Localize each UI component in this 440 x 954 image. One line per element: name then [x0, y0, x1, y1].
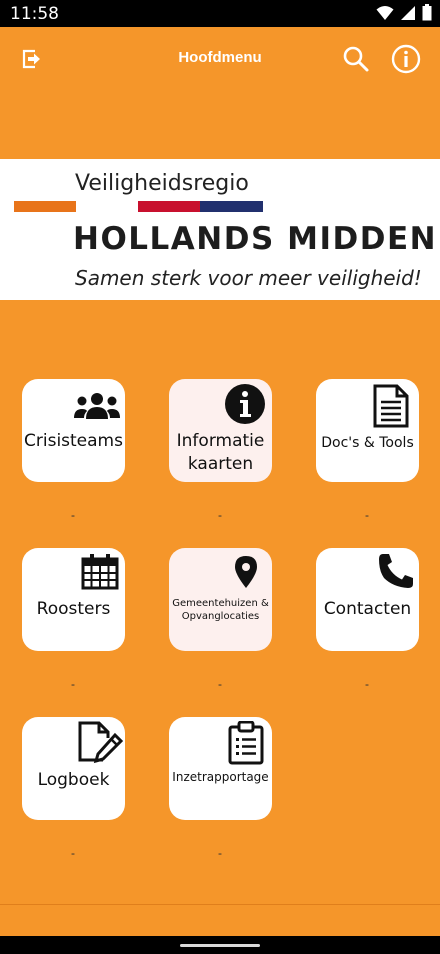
tile-inzetrapportage[interactable]: Inzetrapportage	[169, 717, 272, 820]
tile-logboek[interactable]: Logboek	[22, 717, 125, 820]
tile-gemeentehuizen-opvanglocaties[interactable]: Gemeentehuizen & Opvanglocaties	[169, 548, 272, 651]
tile-caption: -	[365, 677, 369, 691]
banner-stripe-white	[76, 201, 138, 212]
battery-icon	[422, 4, 432, 21]
tile-caption: -	[365, 508, 369, 522]
organization-banner: Veiligheidsregio HOLLANDS MIDDEN Samen s…	[0, 159, 440, 300]
banner-stripe-orange	[14, 201, 76, 212]
clipboard-icon	[228, 721, 264, 765]
banner-stripe-blue	[200, 201, 263, 212]
tile-contacten[interactable]: Contacten	[316, 548, 419, 651]
app-bar: Hoofdmenu	[0, 27, 440, 91]
tile-docs-tools[interactable]: Doc's & Tools	[316, 379, 419, 482]
system-navigation-bar	[0, 936, 440, 954]
banner-subtitle: Veiligheidsregio	[75, 171, 249, 196]
tile-label: Inzetrapportage	[172, 770, 269, 784]
tile-caption: -	[71, 846, 75, 860]
signal-icon	[401, 5, 415, 20]
map-pin-icon	[235, 556, 257, 588]
tile-label: Doc's & Tools	[321, 435, 414, 451]
tile-roosters[interactable]: Roosters	[22, 548, 125, 651]
status-time: 11:58	[10, 4, 59, 24]
page-title: Hoofdmenu	[178, 49, 262, 66]
tile-label-line1: Informatie	[176, 431, 265, 451]
tile-caption: -	[218, 508, 222, 522]
tile-label: Crisisteams	[24, 431, 123, 451]
tile-label: Roosters	[36, 599, 111, 619]
info-button[interactable]	[390, 43, 422, 75]
tile-informatie-kaarten[interactable]: Informatie kaarten	[169, 379, 272, 482]
tile-label-line1: Gemeentehuizen &	[172, 598, 269, 609]
wifi-icon	[376, 5, 394, 20]
phone-icon	[379, 554, 413, 588]
banner-slogan: Samen sterk voor meer veiligheid!	[75, 266, 422, 290]
info-icon	[391, 44, 421, 74]
edit-document-icon	[78, 721, 123, 764]
tile-caption: -	[71, 508, 75, 522]
tile-caption: -	[71, 677, 75, 691]
document-icon	[373, 384, 409, 428]
search-icon	[343, 46, 369, 72]
tile-label: Contacten	[323, 599, 412, 619]
tile-crisisteams[interactable]: Crisisteams	[22, 379, 125, 482]
status-icons	[376, 4, 432, 21]
tile-caption: -	[218, 677, 222, 691]
bottom-divider	[0, 904, 440, 905]
banner-stripe-red	[138, 201, 200, 212]
calendar-icon	[81, 554, 119, 590]
tile-label-line2: Opvanglocaties	[181, 611, 260, 622]
tile-label-line2: kaarten	[187, 454, 254, 474]
tile-caption: -	[218, 846, 222, 860]
users-icon	[74, 393, 120, 419]
home-gesture-handle[interactable]	[180, 944, 260, 947]
banner-title: HOLLANDS MIDDEN	[73, 221, 438, 257]
status-bar: 11:58	[0, 0, 440, 27]
search-button[interactable]	[340, 43, 372, 75]
info-circle-icon	[225, 384, 265, 424]
tile-label: Logboek	[37, 770, 110, 790]
